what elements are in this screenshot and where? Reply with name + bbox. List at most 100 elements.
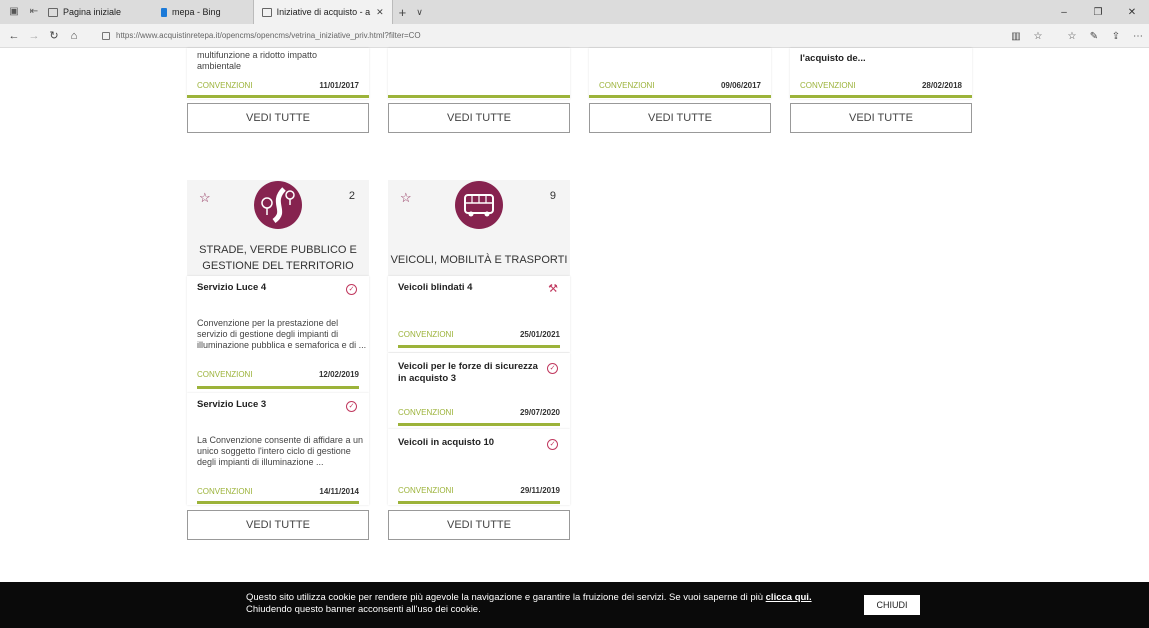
item-tag: CONVENZIONI bbox=[197, 370, 253, 379]
item-tag: CONVENZIONI bbox=[197, 487, 253, 496]
see-all-button[interactable]: VEDI TUTTE bbox=[589, 103, 771, 133]
category-card-veicoli[interactable]: ☆ 9 VEICOLI, MOBILITÀ E TRASPORTI bbox=[388, 180, 570, 276]
check-icon: ✓ bbox=[547, 363, 558, 374]
card-divider bbox=[589, 95, 771, 98]
cookie-banner: Questo sito utilizza cookie per rendere … bbox=[0, 582, 1149, 628]
tab-actions-icon[interactable]: ▣ bbox=[8, 6, 20, 18]
category-card-strade[interactable]: ☆ 2 STRADE, VERDE PUBBLICO E GESTIONE DE… bbox=[187, 180, 369, 276]
forward-icon[interactable]: → bbox=[24, 30, 44, 42]
category-title-line2: GESTIONE DEL TERRITORIO bbox=[202, 260, 354, 272]
item-tag: CONVENZIONI bbox=[398, 486, 454, 495]
list-item[interactable]: Servizio Luce 3 ✓ La Convenzione consent… bbox=[187, 393, 369, 505]
item-date: 29/07/2020 bbox=[519, 408, 560, 417]
card-meta: CONVENZIONI 28/02/2018 bbox=[800, 81, 962, 90]
cookie-link[interactable]: clicca qui. bbox=[766, 592, 812, 603]
window-controls: – ❐ ✕ bbox=[1047, 0, 1149, 24]
check-icon: ✓ bbox=[346, 284, 357, 295]
home-icon[interactable]: ⌂ bbox=[64, 30, 84, 42]
favorite-star-icon[interactable]: ☆ bbox=[1027, 31, 1049, 42]
item-title: Veicoli per le forze di sicurezza in acq… bbox=[398, 361, 538, 384]
share-icon[interactable]: ⇪ bbox=[1105, 31, 1127, 42]
item-description: La Convenzione consente di affidare a un… bbox=[197, 435, 363, 467]
page-content: multifunzione a ridotto impatto ambienta… bbox=[0, 48, 1149, 628]
pen-icon[interactable]: ✎ bbox=[1083, 31, 1105, 42]
list-item[interactable]: Veicoli in acquisto 10 ✓ CONVENZIONI 29/… bbox=[388, 429, 570, 505]
tab-label: mepa - Bing bbox=[172, 7, 221, 17]
minimize-icon[interactable]: – bbox=[1047, 7, 1081, 18]
item-meta: CONVENZIONI 12/02/2019 bbox=[197, 370, 359, 379]
favorites-icon[interactable]: ☆ bbox=[1061, 31, 1083, 42]
favorite-star-icon[interactable]: ☆ bbox=[199, 190, 211, 206]
category-count: 9 bbox=[549, 190, 556, 202]
card-text: multifunzione a ridotto impatto ambienta… bbox=[197, 50, 318, 71]
more-icon[interactable]: ⋯ bbox=[1127, 31, 1149, 42]
url-path: /opencms/opencms/vetrina_iniziative_priv… bbox=[219, 31, 421, 40]
list-item[interactable]: Veicoli blindati 4 ⚒ CONVENZIONI 25/01/2… bbox=[388, 276, 570, 352]
initiative-card[interactable]: multifunzione a ridotto impatto ambienta… bbox=[187, 48, 369, 99]
initiative-card[interactable]: l'acquisto de... CONVENZIONI 28/02/2018 bbox=[790, 48, 972, 99]
page-icon bbox=[261, 7, 272, 17]
card-tag: CONVENZIONI bbox=[599, 81, 655, 90]
item-meta: CONVENZIONI 25/01/2021 bbox=[398, 330, 560, 339]
see-all-button[interactable]: VEDI TUTTE bbox=[187, 103, 369, 133]
item-tag: CONVENZIONI bbox=[398, 408, 454, 417]
card-text: l'acquisto de... bbox=[800, 53, 866, 64]
item-tag: CONVENZIONI bbox=[398, 330, 454, 339]
card-date: 28/02/2018 bbox=[921, 81, 962, 90]
see-all-button[interactable]: VEDI TUTTE bbox=[388, 103, 570, 133]
tab-label: Pagina iniziale bbox=[63, 7, 122, 17]
address-bar: ← → ↻ ⌂ https://www.acquistinretepa.it/o… bbox=[0, 24, 1149, 48]
card-divider bbox=[790, 95, 972, 98]
item-divider bbox=[197, 386, 359, 389]
auction-hammer-icon: ⚒ bbox=[548, 283, 558, 295]
category-title: STRADE, VERDE PUBBLICO E GESTIONE DEL TE… bbox=[187, 242, 369, 274]
url-field[interactable]: https://www.acquistinretepa.it/opencms/o… bbox=[116, 31, 421, 40]
see-all-button[interactable]: VEDI TUTTE bbox=[790, 103, 972, 133]
item-date: 25/01/2021 bbox=[519, 330, 560, 339]
category-title: VEICOLI, MOBILITÀ E TRASPORTI bbox=[388, 252, 570, 268]
tab-bing[interactable]: mepa - Bing bbox=[153, 0, 229, 24]
card-date: 11/01/2017 bbox=[319, 81, 359, 90]
item-divider bbox=[398, 423, 560, 426]
road-tree-icon bbox=[254, 181, 302, 229]
category-title-line1: STRADE, VERDE PUBBLICO E bbox=[199, 244, 357, 256]
cookie-close-button[interactable]: CHIUDI bbox=[864, 595, 920, 615]
see-all-button[interactable]: VEDI TUTTE bbox=[388, 510, 570, 540]
tab-active[interactable]: Iniziative di acquisto - a ✕ bbox=[252, 0, 393, 24]
item-date: 14/11/2014 bbox=[319, 487, 359, 496]
item-meta: CONVENZIONI 29/11/2019 bbox=[398, 486, 560, 495]
card-tag: CONVENZIONI bbox=[197, 81, 253, 90]
tab-label: Iniziative di acquisto - a bbox=[276, 7, 371, 17]
item-meta: CONVENZIONI 14/11/2014 bbox=[197, 487, 359, 496]
refresh-icon[interactable]: ↻ bbox=[44, 29, 64, 42]
favorite-star-icon[interactable]: ☆ bbox=[400, 190, 412, 206]
list-item[interactable]: Veicoli per le forze di sicurezza in acq… bbox=[388, 353, 570, 429]
tab-home[interactable]: Pagina iniziale bbox=[40, 0, 129, 24]
check-icon: ✓ bbox=[346, 401, 357, 412]
item-divider bbox=[398, 501, 560, 504]
item-date: 12/02/2019 bbox=[318, 370, 359, 379]
initiative-card[interactable]: CONVENZIONI 09/06/2017 bbox=[589, 48, 771, 99]
category-title-line1: VEICOLI, MOBILITÀ E TRASPORTI bbox=[390, 254, 568, 266]
close-tab-icon[interactable]: ✕ bbox=[376, 7, 384, 18]
item-divider bbox=[398, 345, 560, 348]
card-meta: CONVENZIONI 09/06/2017 bbox=[599, 81, 761, 90]
chevron-down-icon[interactable]: ∨ bbox=[416, 7, 423, 18]
initiative-card[interactable] bbox=[388, 48, 570, 99]
list-item[interactable]: Servizio Luce 4 ✓ Convenzione per la pre… bbox=[187, 276, 369, 393]
close-window-icon[interactable]: ✕ bbox=[1115, 7, 1149, 18]
item-title: Servizio Luce 3 bbox=[197, 399, 267, 410]
new-tab-icon[interactable]: + bbox=[399, 5, 407, 20]
bing-icon bbox=[161, 7, 168, 17]
tab-preview-icon[interactable]: ⇤ bbox=[28, 6, 40, 18]
lock-icon bbox=[102, 31, 110, 40]
back-icon[interactable]: ← bbox=[4, 30, 24, 42]
reading-view-icon[interactable]: ▥ bbox=[1005, 31, 1027, 42]
item-description: Convenzione per la prestazione del servi… bbox=[197, 318, 367, 350]
restore-icon[interactable]: ❐ bbox=[1081, 7, 1115, 18]
card-date: 09/06/2017 bbox=[720, 81, 761, 90]
see-all-button[interactable]: VEDI TUTTE bbox=[187, 510, 369, 540]
item-title: Servizio Luce 4 bbox=[197, 282, 267, 293]
card-divider bbox=[187, 95, 369, 98]
bus-icon bbox=[455, 181, 503, 229]
